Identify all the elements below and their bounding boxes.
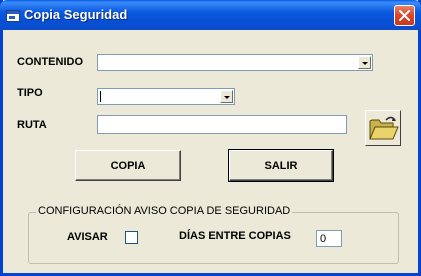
contenido-select[interactable] [97, 54, 373, 71]
open-folder-icon [369, 116, 399, 140]
avisar-checkbox[interactable] [125, 231, 138, 244]
close-button[interactable] [394, 5, 415, 26]
backup-reminder-group: CONFIGURACIÓN AVISO COPIA DE SEGURIDAD A… [28, 205, 399, 264]
chevron-down-icon[interactable] [220, 90, 233, 103]
salir-button[interactable]: SALIR [228, 149, 334, 182]
chevron-down-icon[interactable] [358, 56, 371, 69]
tipo-label: TIPO [17, 87, 43, 99]
close-icon [399, 10, 410, 21]
app-window-icon [6, 9, 20, 22]
browse-folder-button[interactable] [365, 110, 401, 146]
window-title: Copia Seguridad [24, 7, 128, 22]
copia-button[interactable]: COPIA [75, 150, 181, 181]
dialog-window: Copia Seguridad CONTENIDO TIPO RUTA COPI… [0, 0, 421, 276]
text-caret [100, 91, 101, 102]
contenido-label: CONTENIDO [17, 56, 83, 68]
avisar-label: AVISAR [67, 231, 108, 243]
title-bar[interactable]: Copia Seguridad [0, 0, 421, 30]
group-legend: CONFIGURACIÓN AVISO COPIA DE SEGURIDAD [36, 205, 293, 217]
ruta-label: RUTA [17, 119, 47, 131]
dias-input[interactable]: 0 [316, 230, 342, 247]
tipo-select[interactable] [97, 88, 235, 105]
ruta-input[interactable] [97, 115, 347, 134]
dias-label: DÍAS ENTRE COPIAS [179, 230, 291, 242]
